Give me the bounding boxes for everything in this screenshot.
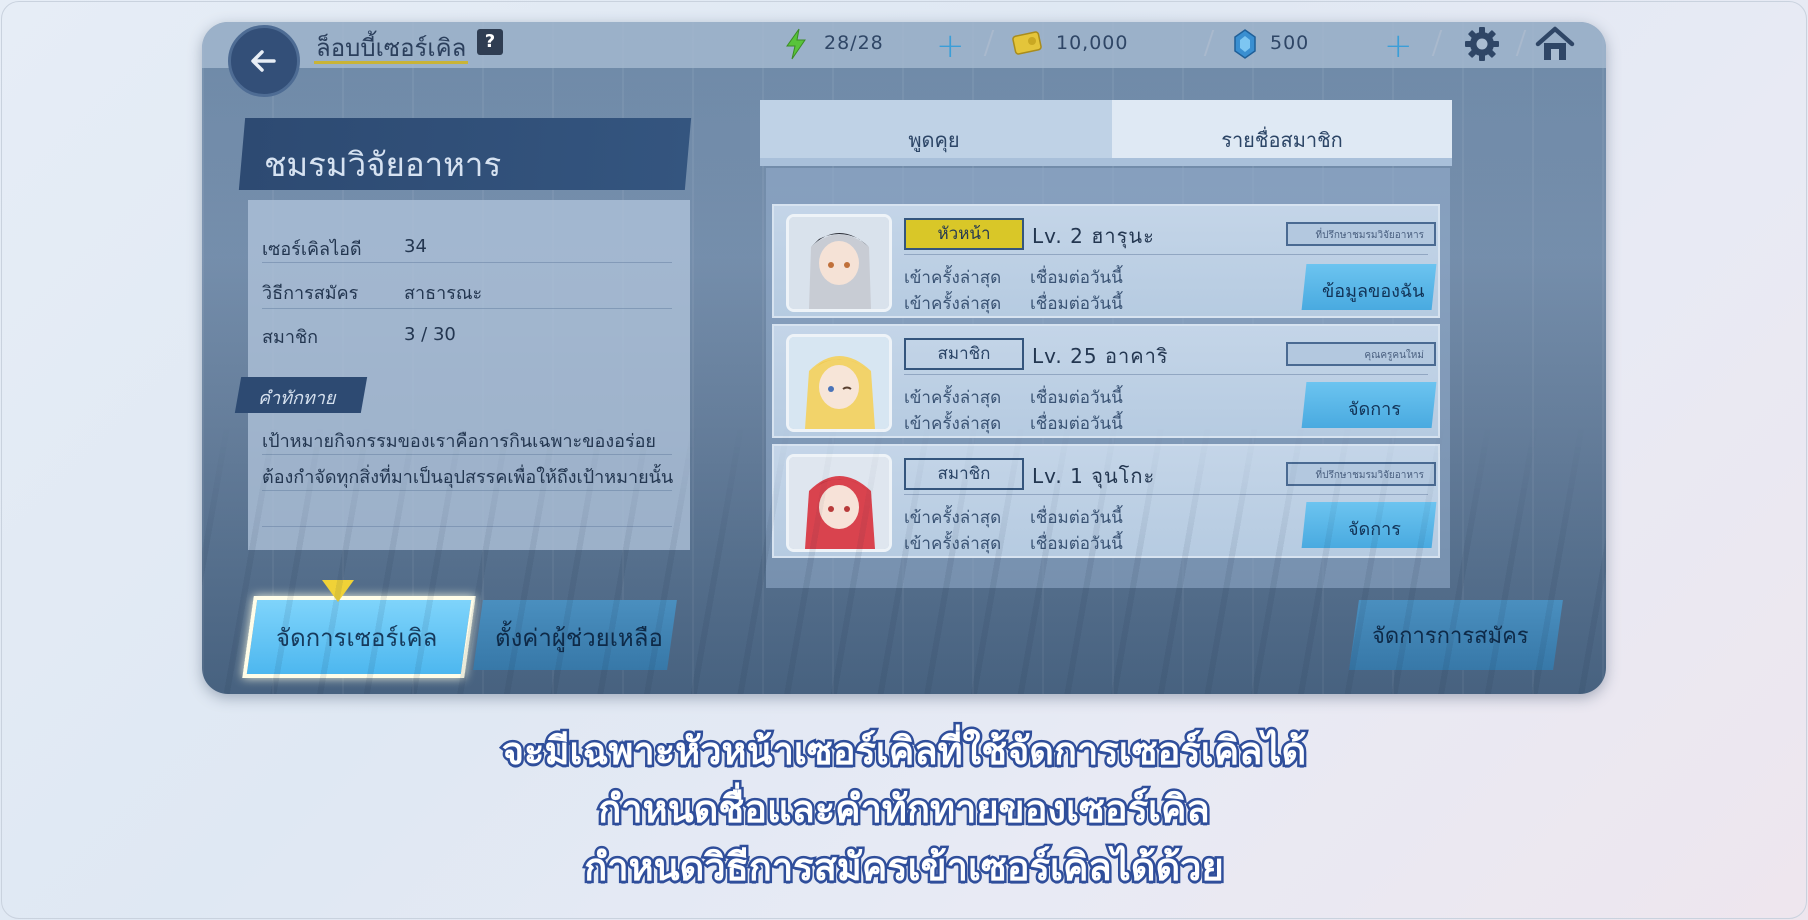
last-login-value: เชื่อมต่อวันนี้ [1030, 268, 1123, 288]
avatar [786, 214, 892, 312]
member-card: สมาชิก Lv. 25 อาคาริ คุณครูคนใหม่ เข้าคร… [772, 324, 1440, 438]
add-energy-button[interactable]: + [936, 26, 965, 66]
manage-circle-label: จัดการเซอร์เคิล [276, 624, 438, 652]
arrow-left-icon [251, 50, 276, 72]
title-underline [314, 61, 468, 64]
last-login-label: เข้าครั้งล่าสุด [904, 534, 1002, 554]
last-login-value: เชื่อมต่อวันนี้ [1030, 294, 1123, 314]
divider [904, 494, 1428, 495]
caption-line-3: กำหนดวิธีการสมัครเข้าเซอร์เคิลได้ด้วย [582, 843, 1227, 892]
tab-members-label: รายชื่อสมาชิก [1221, 128, 1343, 152]
gear-icon[interactable] [1462, 24, 1502, 64]
tab-chat-label: พูดคุย [908, 128, 960, 152]
divider [262, 490, 672, 491]
avatar [786, 334, 892, 432]
info-value-id: 34 [404, 236, 427, 257]
gem-count: 500 [1270, 32, 1310, 54]
rank-badge: หัวหน้า [904, 218, 1024, 250]
last-login-value: เชื่อมต่อวันนี้ [1030, 414, 1123, 434]
manage-member-label: จัดการ [1348, 519, 1401, 540]
last-login-label: เข้าครั้งล่าสุด [904, 508, 1002, 528]
greeting-line-1: เป้าหมายกิจกรรมของเราคือการกินเฉพาะของอร… [262, 431, 656, 452]
member-level-name: Lv. 25 อาคาริ [1032, 344, 1169, 368]
greeting-line-2: ต้องกำจัดทุกสิ่งที่มาเป็นอุปสรรคเพื่อให้… [262, 467, 674, 488]
helper-settings-label: ตั้งค่าผู้ช่วยเหลือ [495, 624, 663, 652]
info-value-join-method: สาธารณะ [404, 283, 483, 304]
title-badge: ที่ปรึกษาชมรมวิจัยอาหาร [1286, 222, 1436, 246]
last-login-label: เข้าครั้งล่าสุด [904, 294, 1002, 314]
last-login-label: เข้าครั้งล่าสุด [904, 388, 1002, 408]
member-card: สมาชิก Lv. 1 จุนโกะ ที่ปรึกษาชมรมวิจัยอา… [772, 444, 1440, 558]
add-gem-button[interactable]: + [1384, 26, 1413, 66]
info-label-id: เซอร์เคิลไอดี [262, 239, 362, 260]
info-label-join-method: วิธีการสมัคร [262, 283, 359, 304]
member-level-name: Lv. 2 ฮารุนะ [1032, 224, 1155, 248]
divider [904, 374, 1428, 375]
help-icon[interactable]: ? [477, 29, 503, 55]
back-button[interactable] [228, 25, 300, 97]
member-card: หัวหน้า Lv. 2 ฮารุนะ ที่ปรึกษาชมรมวิจัยอ… [772, 204, 1440, 318]
home-icon[interactable] [1534, 24, 1576, 64]
member-level-name: Lv. 1 จุนโกะ [1032, 464, 1156, 488]
avatar [786, 454, 892, 552]
last-login-value: เชื่อมต่อวันนี้ [1030, 388, 1123, 408]
divider [262, 308, 672, 309]
last-login-label: เข้าครั้งล่าสุด [904, 414, 1002, 434]
pointer-arrow-icon [322, 580, 354, 602]
greeting-label: คำทักทาย [258, 388, 336, 409]
manage-member-label: จัดการ [1348, 399, 1401, 420]
divider [262, 526, 672, 527]
divider [262, 454, 672, 455]
divider [904, 254, 1428, 255]
credit-count: 10,000 [1056, 32, 1129, 54]
last-login-value: เชื่อมต่อวันนี้ [1030, 508, 1123, 528]
my-info-label: ข้อมูลของฉัน [1322, 281, 1425, 302]
rank-badge: สมาชิก [904, 458, 1024, 490]
info-value-members: 3 / 30 [404, 324, 456, 345]
club-name: ชมรมวิจัยอาหาร [264, 145, 502, 184]
title-badge: คุณครูคนใหม่ [1286, 342, 1436, 366]
caption-line-1: จะมีเฉพาะหัวหน้าเซอร์เคิลที่ใช้จัดการเซอ… [499, 727, 1308, 776]
energy-icon [786, 28, 806, 60]
tab-strip [760, 158, 1452, 166]
energy-count: 28/28 [824, 32, 884, 54]
member-list[interactable]: หัวหน้า Lv. 2 ฮารุนะ ที่ปรึกษาชมรมวิจัยอ… [766, 168, 1450, 588]
title-badge: ที่ปรึกษาชมรมวิจัยอาหาร [1286, 462, 1436, 486]
divider [262, 262, 672, 263]
game-window: ล็อบบี้เซอร์เคิล ? 28/28 + 10,000 500 + [202, 22, 1606, 694]
last-login-label: เข้าครั้งล่าสุด [904, 268, 1002, 288]
rank-badge: สมาชิก [904, 338, 1024, 370]
gem-icon [1234, 29, 1256, 59]
info-label-members: สมาชิก [262, 327, 319, 348]
caption-line-2: กำหนดชื่อและคำทักทายของเซอร์เคิล [596, 785, 1212, 834]
credit-icon [1012, 31, 1042, 55]
last-login-value: เชื่อมต่อวันนี้ [1030, 534, 1123, 554]
manage-applications-label: จัดการการสมัคร [1372, 624, 1529, 649]
